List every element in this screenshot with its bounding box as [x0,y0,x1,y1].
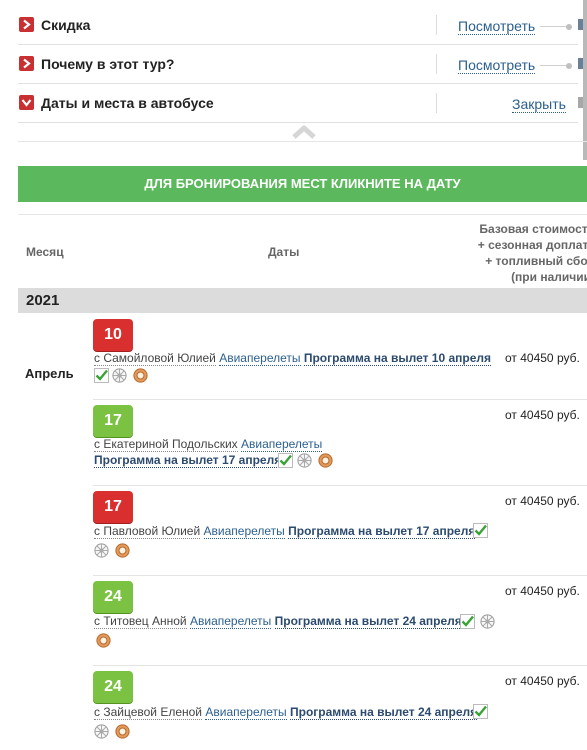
view-link[interactable]: Посмотреть [458,57,536,74]
divider [93,485,587,486]
tour-price: от 40450 руб. [505,494,580,508]
date-badge[interactable]: 24 [93,581,133,613]
price-header-line: + сезонная доплата [477,238,587,252]
flights-link[interactable]: Авиаперелеты [219,351,301,366]
food-icon [96,633,111,648]
price-header-line: + топливный сбор [485,254,587,268]
date-badge[interactable]: 24 [93,671,133,703]
divider [436,54,437,74]
tour-info: с Титовец Анной Авиаперелеты Программа н… [94,613,462,629]
program-link[interactable]: Программа на вылет 17 апреля [94,453,282,468]
column-header-month: Месяц [26,245,64,259]
checkmark-icon [460,614,475,629]
tour-price: от 40450 руб. [505,351,580,365]
checkmark-icon [94,368,109,383]
tour-price: от 40450 руб. [505,674,580,688]
guide-name[interactable]: с Павловой Юлией [94,524,201,539]
wheel-icon [297,453,312,468]
tour-info: с Самойловой Юлией Авиаперелеты Программ… [94,350,492,366]
chevron-right-icon [19,17,34,32]
flights-link[interactable]: Авиаперелеты [189,614,272,629]
guide-name[interactable]: с Самойловой Юлией [94,351,216,366]
guide-name[interactable]: с Зайцевой Еленой [94,705,203,720]
date-badge[interactable]: 17 [93,405,133,437]
tour-info: с Зайцевой Еленой Авиаперелеты Программа… [94,704,478,720]
program-link[interactable]: Программа на вылет 10 апреля [303,351,492,366]
divider [93,399,587,400]
price-header-line: (при наличии) [511,270,587,284]
program-link[interactable]: Программа на вылет 17 апреля [288,524,476,539]
year-label: 2021 [26,292,60,309]
checkmark-icon [473,704,488,719]
accordion-title: Скидка [41,17,91,33]
divider [93,575,587,576]
month-label: Апрель [25,366,74,381]
divider [18,214,587,215]
flights-link[interactable]: Авиаперелеты [203,524,285,539]
divider [436,15,437,35]
food-icon [133,368,148,383]
column-header-dates: Даты [268,245,300,259]
program-link[interactable]: Программа на вылет 24 апреля [274,614,462,629]
divider [436,93,437,113]
guide-name[interactable]: с Титовец Анной [94,614,187,629]
wheel-icon [112,368,127,383]
divider [18,141,587,142]
food-icon [115,543,130,558]
tour-info: Программа на вылет 17 апреля [94,452,282,468]
date-badge[interactable]: 17 [93,491,133,523]
food-icon [318,453,333,468]
divider [93,665,587,666]
chevron-right-icon [19,56,34,71]
accordion-title: Даты и места в автобусе [41,95,214,111]
booking-banner: ДЛЯ БРОНИРОВАНИЯ МЕСТ КЛИКНИТЕ НА ДАТУ [18,166,587,202]
checkmark-icon [473,523,488,538]
tour-info: с Павловой Юлией Авиаперелеты Программа … [94,523,476,539]
date-badge[interactable]: 10 [93,319,133,351]
food-icon [115,724,130,739]
scrollbar[interactable] [583,0,587,160]
flights-link[interactable]: Авиаперелеты [241,437,323,452]
view-link[interactable]: Посмотреть [458,18,536,35]
checkmark-icon [278,453,293,468]
tour-info: с Екатериной Подольских Авиаперелеты [94,436,323,452]
accordion-row-discount[interactable]: Скидка Посмотреть [0,6,587,45]
program-link[interactable]: Программа на вылет 24 апреля [289,705,478,720]
accordion-row-dates-seats[interactable]: Даты и места в автобусе Закрыть [0,84,587,123]
guide-name[interactable]: с Екатериной Подольских [94,437,238,452]
tour-price: от 40450 руб. [505,584,580,598]
chevron-up-icon[interactable] [292,124,316,140]
accordion-row-why-tour[interactable]: Почему в этот тур? Посмотреть [0,45,587,84]
wheel-icon [94,543,109,558]
price-header-line: Базовая стоимость [479,222,587,236]
tour-price: от 40450 руб. [505,408,580,422]
connector-knob [566,63,572,69]
close-link[interactable]: Закрыть [512,96,566,113]
accordion-title: Почему в этот тур? [41,56,175,72]
year-band [18,288,587,313]
flights-link[interactable]: Авиаперелеты [205,705,287,720]
divider [18,122,578,123]
connector-knob [566,24,572,30]
column-header-price: Базовая стоимость + сезонная доплата + т… [470,221,587,285]
wheel-icon [480,614,495,629]
chevron-down-icon [19,95,34,110]
wheel-icon [94,724,109,739]
